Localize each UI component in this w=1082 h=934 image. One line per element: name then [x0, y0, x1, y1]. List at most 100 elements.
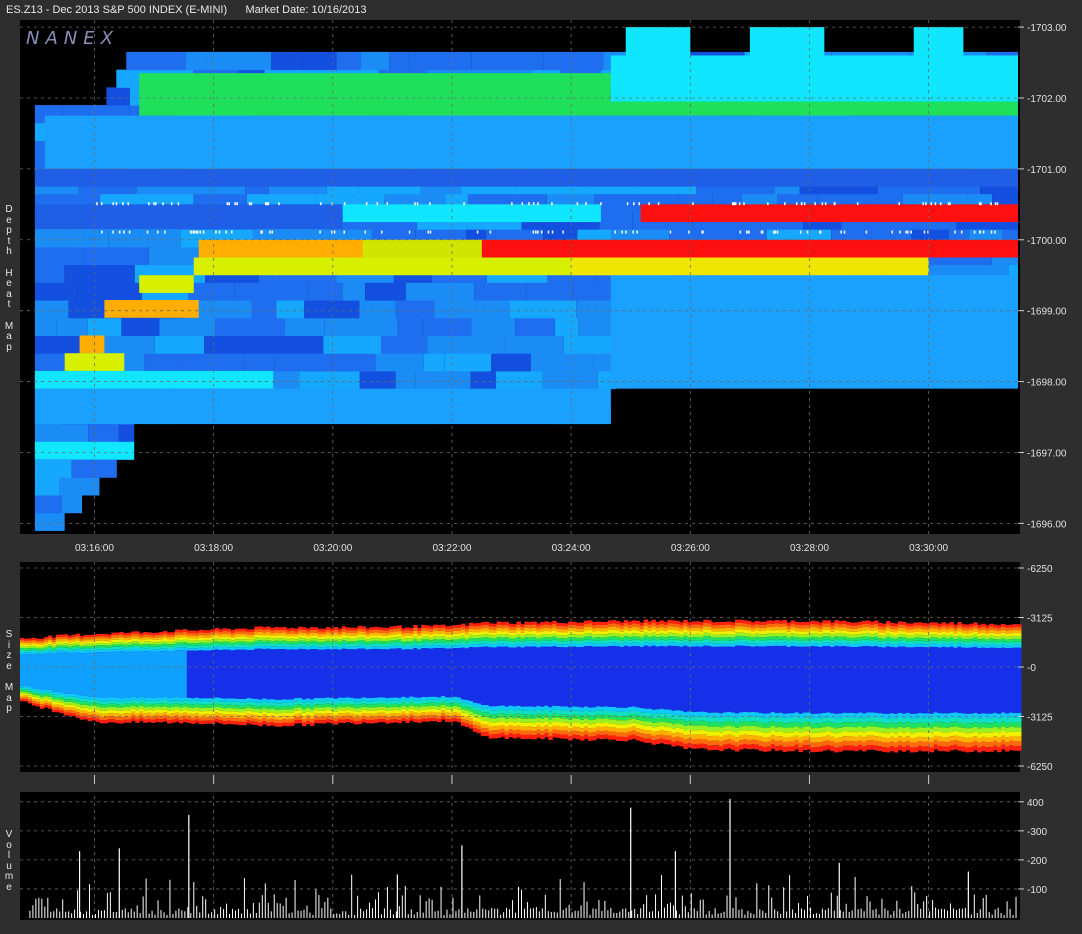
size-band — [178, 647, 184, 651]
size-band — [139, 642, 144, 645]
size-band — [174, 709, 180, 713]
size-band — [294, 647, 299, 650]
size-band — [961, 638, 966, 642]
size-band — [500, 625, 506, 629]
size-band — [877, 722, 883, 728]
size-band — [389, 697, 394, 701]
size-band — [162, 633, 168, 637]
size-band — [246, 707, 251, 711]
size-band — [35, 704, 41, 707]
size-band — [834, 639, 839, 643]
size-band — [774, 727, 780, 732]
size-band — [762, 621, 768, 625]
size-band — [234, 649, 239, 699]
size-band — [929, 747, 935, 753]
y-tick-label: -3125 — [1027, 614, 1053, 625]
heat-cell — [395, 370, 416, 390]
size-band — [687, 628, 692, 632]
size-band — [985, 628, 990, 632]
size-band — [691, 640, 696, 644]
size-band — [826, 620, 831, 624]
size-band — [389, 648, 394, 698]
size-band — [417, 716, 422, 720]
size-band — [806, 621, 811, 626]
size-band — [488, 629, 494, 633]
size-band — [965, 728, 970, 734]
size-band — [607, 642, 613, 647]
size-band — [206, 632, 212, 636]
size-band — [715, 625, 720, 629]
size-band — [687, 625, 692, 629]
size-band — [421, 718, 426, 722]
size-band — [862, 727, 867, 733]
size-band — [278, 703, 283, 707]
size-band — [270, 699, 275, 703]
size-band — [282, 722, 287, 726]
size-band — [1009, 740, 1014, 746]
size-band — [949, 637, 954, 641]
size-band — [1009, 717, 1014, 722]
size-band — [115, 637, 120, 640]
size-band — [635, 639, 641, 644]
size-band — [913, 728, 919, 733]
size-band — [71, 702, 77, 706]
size-band — [51, 691, 57, 695]
size-band — [190, 717, 196, 721]
size-band — [897, 736, 903, 741]
size-band — [727, 716, 732, 721]
size-band — [238, 705, 243, 709]
size-band — [981, 727, 986, 733]
size-band — [480, 704, 486, 709]
size-band — [448, 642, 454, 646]
size-band — [536, 725, 541, 730]
size-band — [766, 642, 772, 647]
size-band — [151, 640, 156, 643]
size-band — [802, 625, 807, 629]
size-band — [723, 621, 728, 625]
size-band — [83, 637, 89, 640]
size-band — [127, 700, 132, 704]
size-band — [59, 641, 65, 644]
size-band — [957, 736, 962, 742]
size-band — [246, 650, 251, 699]
size-band — [143, 697, 148, 701]
heat-cell — [299, 370, 360, 390]
size-band — [174, 715, 180, 719]
size-band — [826, 642, 831, 646]
size-band — [727, 643, 732, 647]
size-band — [456, 639, 462, 643]
size-band — [933, 622, 939, 626]
size-band — [683, 623, 688, 627]
size-band — [655, 634, 661, 638]
size-band — [131, 643, 136, 647]
size-band — [965, 645, 970, 648]
size-band — [445, 629, 450, 632]
size-band — [480, 732, 486, 737]
size-band — [731, 637, 736, 641]
size-band — [99, 642, 104, 646]
size-band — [623, 632, 629, 637]
size-band — [973, 625, 978, 629]
size-band — [588, 736, 593, 741]
size-band — [274, 709, 279, 714]
size-band — [917, 646, 923, 713]
size-band — [143, 634, 148, 637]
size-band — [162, 706, 168, 710]
size-band — [881, 632, 887, 636]
size-band — [635, 732, 641, 737]
size-band — [588, 711, 593, 716]
size-band — [226, 628, 232, 632]
size-band — [59, 705, 65, 709]
size-band — [87, 650, 92, 653]
size-band — [492, 626, 498, 630]
size-band — [909, 742, 915, 748]
size-band — [131, 705, 136, 709]
size-band — [556, 721, 561, 726]
size-band — [762, 624, 768, 628]
size-band — [858, 726, 863, 732]
size-band — [492, 638, 498, 642]
size-band — [103, 710, 108, 714]
size-band — [75, 703, 81, 707]
size-band — [655, 731, 661, 736]
size-band — [766, 626, 772, 631]
